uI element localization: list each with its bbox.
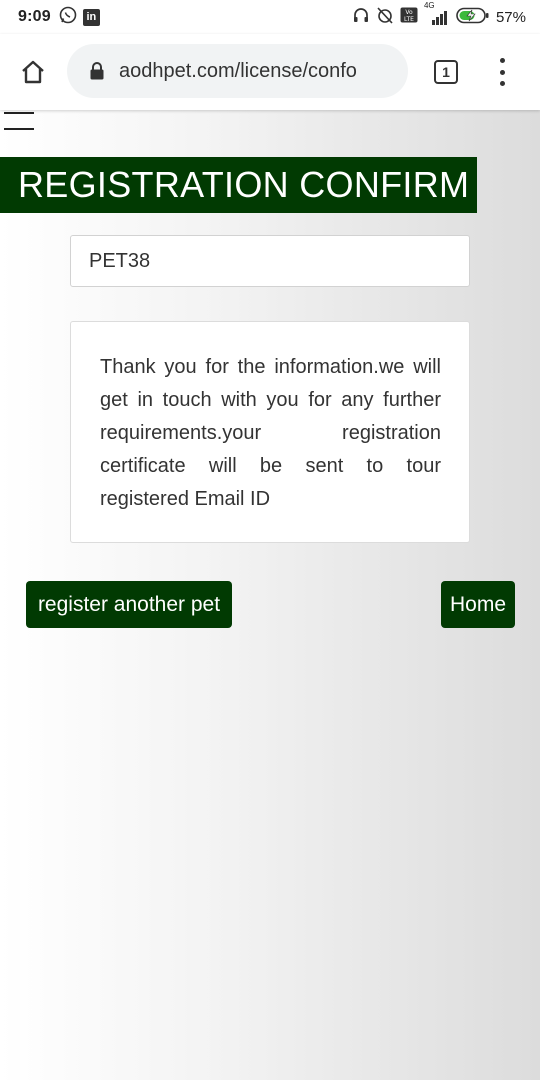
register-another-pet-button[interactable]: register another pet [26,581,232,628]
alarm-off-icon [376,6,394,28]
signal-icon: 4G [424,1,450,25]
linkedin-icon: in [82,8,100,26]
status-time: 9:09 [18,8,51,25]
address-bar[interactable]: aodhpet.com/license/confo [67,44,408,98]
confirmation-message: Thank you for the information.we will ge… [100,356,441,510]
title-banner: REGISTRATION CONFIRM [0,157,477,213]
battery-charging-icon [456,7,490,28]
tab-switcher-button[interactable]: 1 [434,60,458,84]
registration-id-field: PET38 [70,235,470,287]
headphones-icon [352,6,370,28]
home-icon[interactable] [15,54,51,90]
status-bar: 9:09 in Vo LTE 4G 57% [0,0,540,34]
svg-text:Vo: Vo [405,9,413,16]
overflow-menu-icon[interactable] [494,58,510,86]
page-content: REGISTRATION CONFIRM PET38 Thank you for… [0,110,540,1080]
network-type: 4G [423,1,435,10]
page-title: REGISTRATION CONFIRM [18,164,470,205]
volte-icon: Vo LTE [400,7,418,27]
whatsapp-icon [59,6,77,29]
confirmation-message-card: Thank you for the information.we will ge… [70,321,470,543]
hamburger-menu-icon[interactable] [4,112,34,130]
browser-toolbar: aodhpet.com/license/confo 1 [0,34,540,110]
home-button[interactable]: Home [441,581,515,628]
lock-icon [89,61,105,81]
url-text: aodhpet.com/license/confo [119,59,357,82]
battery-percent: 57% [495,8,526,26]
svg-text:LTE: LTE [404,16,414,23]
